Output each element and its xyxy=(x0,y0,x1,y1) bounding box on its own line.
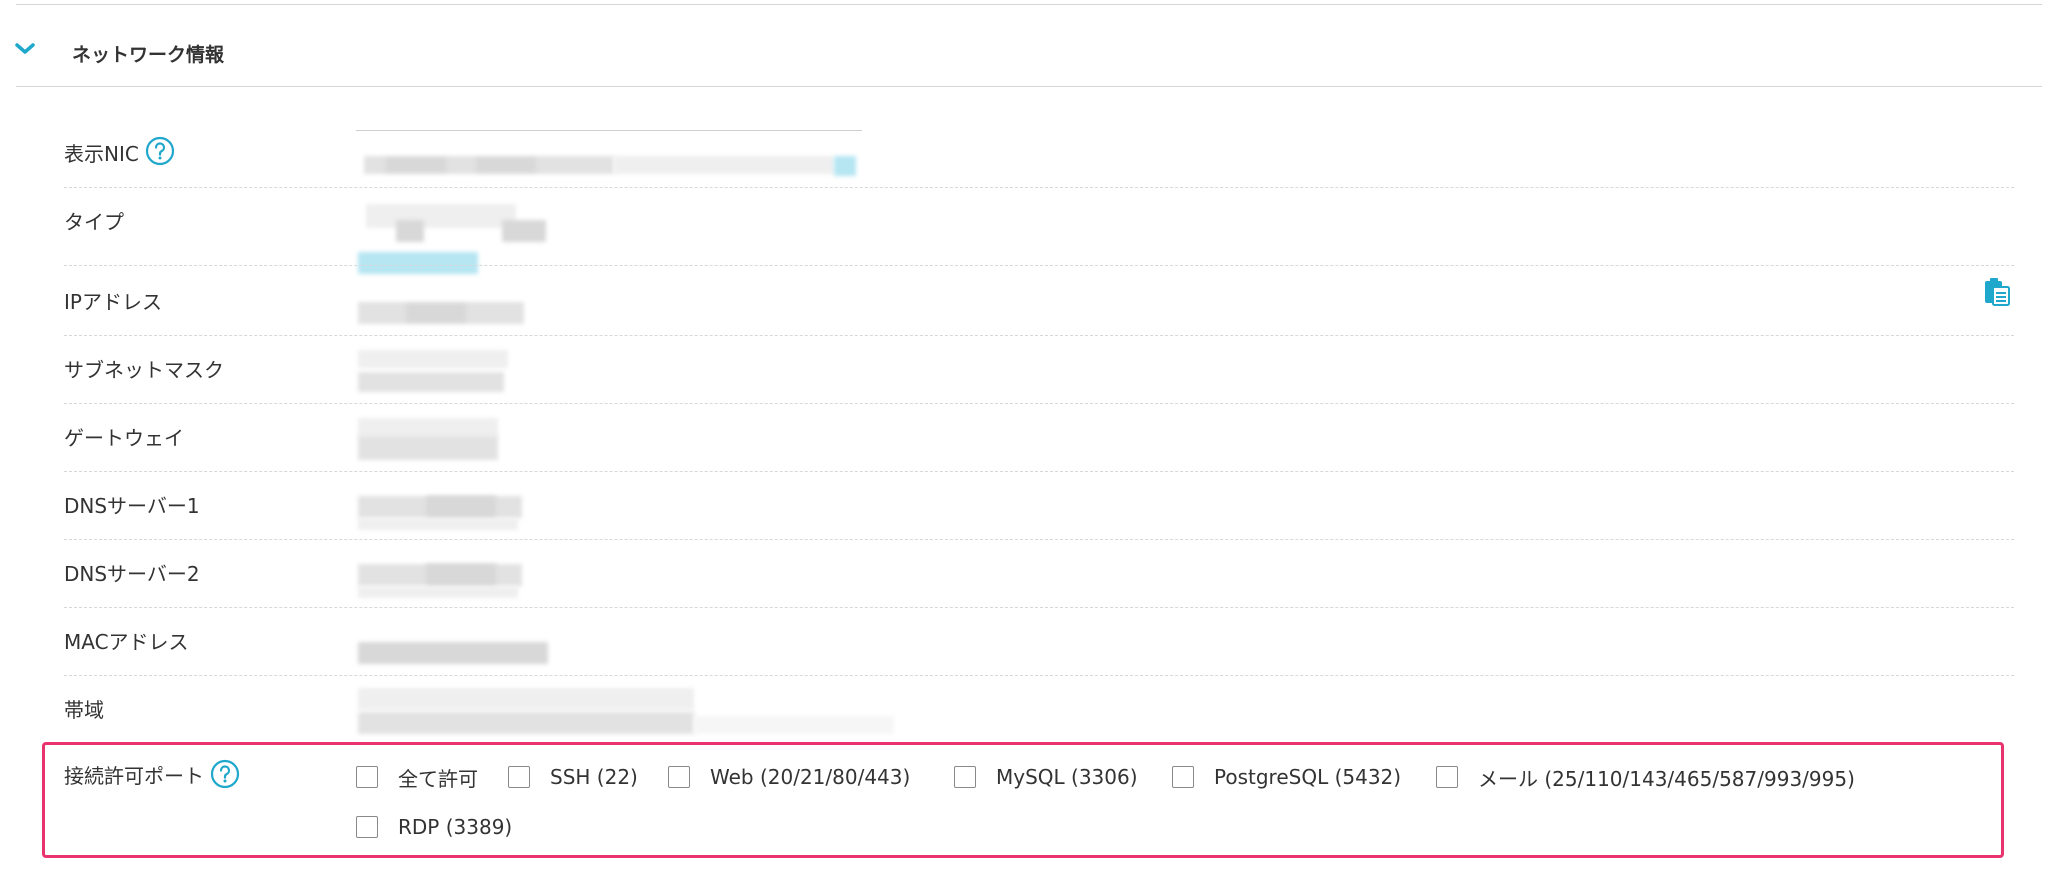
redacted-value xyxy=(358,688,694,710)
subnet-mask-label: サブネットマスク xyxy=(64,358,224,382)
section-title: ネットワーク情報 xyxy=(72,44,225,66)
row-label: 表示NIC xyxy=(64,120,175,188)
port-label: RDP (3389) xyxy=(398,815,513,839)
mac-address-value xyxy=(356,618,1016,668)
display-nic-label: 表示NIC xyxy=(64,142,139,166)
display-nic-select[interactable] xyxy=(356,130,1016,180)
allowed-ports-highlight xyxy=(42,742,2004,858)
port-checkbox-all[interactable]: 全て許可 xyxy=(356,762,478,792)
port-checkbox-web[interactable]: Web (20/21/80/443) xyxy=(668,762,910,792)
redacted-value xyxy=(358,642,548,664)
redacted-value xyxy=(614,156,834,174)
row-bandwidth: 帯域 xyxy=(0,676,2048,744)
redacted-value xyxy=(386,158,446,172)
row-ip-address: IPアドレス xyxy=(0,268,2048,336)
redacted-value xyxy=(834,156,856,176)
clipboard-copy-icon[interactable] xyxy=(1982,276,2012,308)
redacted-value xyxy=(358,372,504,392)
redacted-value xyxy=(476,158,536,172)
row-type: タイプ xyxy=(0,188,2048,274)
allowed-ports-label-text: 接続許可ポート xyxy=(64,764,204,788)
row-mac-address: MACアドレス xyxy=(0,608,2048,676)
redacted-value xyxy=(358,712,694,734)
row-gateway: ゲートウェイ xyxy=(0,404,2048,472)
ip-address-label: IPアドレス xyxy=(64,290,162,314)
dns-server-1-value xyxy=(356,482,1016,532)
row-subnet-mask: サブネットマスク xyxy=(0,336,2048,404)
row-display-nic: 表示NIC xyxy=(0,120,2048,188)
top-divider xyxy=(16,4,2042,5)
port-checkbox-mail[interactable]: メール (25/110/143/465/587/993/995) xyxy=(1436,762,1855,792)
redacted-value xyxy=(358,436,498,460)
header-divider xyxy=(16,86,2042,87)
redacted-value xyxy=(358,518,518,530)
port-label: Web (20/21/80/443) xyxy=(710,765,911,789)
redacted-value xyxy=(366,204,516,228)
port-label: PostgreSQL (5432) xyxy=(1214,765,1402,789)
port-checkbox-ssh[interactable]: SSH (22) xyxy=(508,762,638,792)
allowed-ports-label: 接続許可ポート xyxy=(64,759,240,789)
port-label: メール (25/110/143/465/587/993/995) xyxy=(1478,766,1855,791)
port-checkbox-mysql[interactable]: MySQL (3306) xyxy=(954,762,1138,792)
type-label: タイプ xyxy=(64,210,124,234)
row-dns-server-1: DNSサーバー1 xyxy=(0,472,2048,540)
port-checkbox-postgresql[interactable]: PostgreSQL (5432) xyxy=(1172,762,1401,792)
checkbox[interactable] xyxy=(356,766,378,788)
redacted-value xyxy=(396,220,424,242)
redacted-value xyxy=(694,716,894,734)
type-value xyxy=(356,198,1016,274)
help-circle-icon[interactable] xyxy=(210,759,240,789)
redacted-value xyxy=(406,304,466,322)
subnet-mask-value xyxy=(356,346,1016,396)
checkbox[interactable] xyxy=(954,766,976,788)
gateway-label: ゲートウェイ xyxy=(64,426,184,450)
redacted-value xyxy=(426,496,496,518)
checkbox[interactable] xyxy=(1172,766,1194,788)
redacted-value xyxy=(358,418,498,438)
port-label: 全て許可 xyxy=(398,766,478,791)
redacted-value xyxy=(358,586,518,598)
mac-address-label: MACアドレス xyxy=(64,630,189,654)
checkbox[interactable] xyxy=(1436,766,1458,788)
help-circle-icon[interactable] xyxy=(145,136,175,166)
redacted-value xyxy=(502,220,546,242)
ip-address-value xyxy=(356,278,1016,328)
port-label: SSH (22) xyxy=(550,765,638,789)
bandwidth-label: 帯域 xyxy=(64,698,104,722)
port-checkbox-rdp[interactable]: RDP (3389) xyxy=(356,812,512,842)
checkbox[interactable] xyxy=(356,816,378,838)
redacted-value xyxy=(358,350,508,368)
row-dns-server-2: DNSサーバー2 xyxy=(0,540,2048,608)
gateway-value xyxy=(356,414,1016,464)
port-label: MySQL (3306) xyxy=(996,765,1138,789)
dns-server-2-value xyxy=(356,550,1016,600)
row-divider xyxy=(64,265,2014,266)
chevron-down-icon[interactable] xyxy=(14,40,36,58)
checkbox[interactable] xyxy=(668,766,690,788)
dns-server-1-label: DNSサーバー1 xyxy=(64,494,200,518)
checkbox[interactable] xyxy=(508,766,530,788)
dns-server-2-label: DNSサーバー2 xyxy=(64,562,200,586)
redacted-value xyxy=(426,564,496,586)
bandwidth-value xyxy=(356,686,1016,736)
network-info-section-header[interactable]: ネットワーク情報 xyxy=(0,24,2048,86)
